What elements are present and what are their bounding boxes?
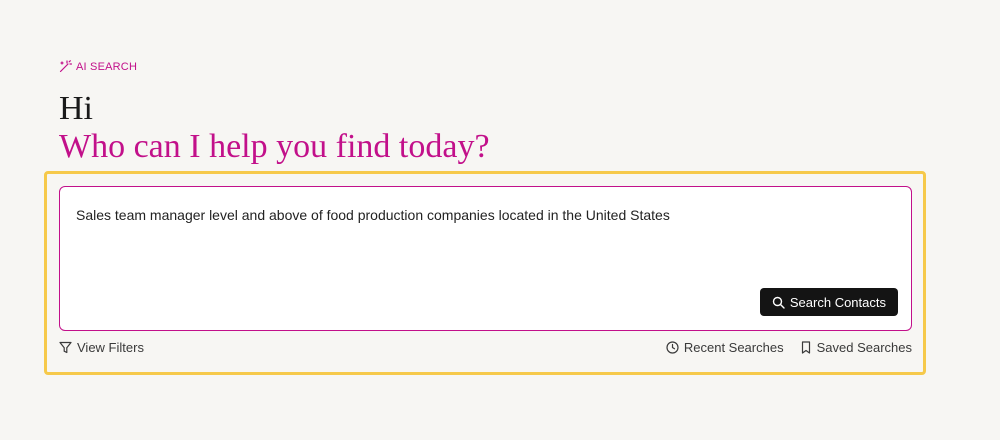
search-icon — [772, 296, 785, 309]
magic-wand-icon — [59, 60, 72, 73]
headline-heading: Who can I help you find today? — [59, 128, 490, 165]
search-query-text[interactable]: Sales team manager level and above of fo… — [76, 207, 670, 223]
search-query-box[interactable]: Sales team manager level and above of fo… — [59, 186, 912, 331]
ai-search-label: AI SEARCH — [59, 60, 137, 73]
view-filters-label: View Filters — [77, 340, 144, 355]
search-footer: View Filters Recent Searches Saved Searc… — [59, 340, 912, 355]
saved-searches-label: Saved Searches — [816, 340, 912, 355]
view-filters-button[interactable]: View Filters — [59, 340, 144, 355]
saved-searches-button[interactable]: Saved Searches — [800, 340, 912, 355]
search-contacts-label: Search Contacts — [789, 294, 886, 310]
search-history-links: Recent Searches Saved Searches — [666, 340, 912, 355]
recent-searches-label: Recent Searches — [683, 340, 784, 355]
ai-search-label-text: AI SEARCH — [76, 60, 138, 73]
recent-searches-button[interactable]: Recent Searches — [666, 340, 784, 355]
filter-icon — [59, 341, 72, 354]
greeting-heading: Hi — [59, 90, 93, 127]
bookmark-icon — [800, 341, 812, 354]
clock-icon — [666, 341, 679, 354]
search-contacts-button[interactable]: Search Contacts — [759, 288, 898, 316]
